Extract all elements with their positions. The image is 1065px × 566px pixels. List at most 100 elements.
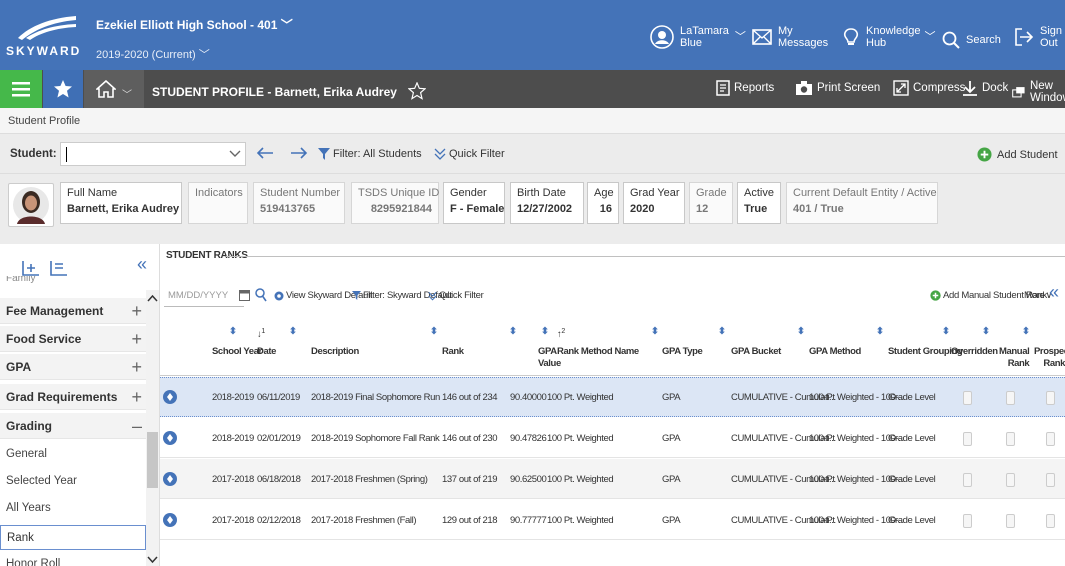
collapse-sidebar-icon[interactable]: « bbox=[137, 254, 147, 275]
my-messages[interactable]: My Messages bbox=[752, 25, 828, 49]
column-sort-icon[interactable]: ⬍ bbox=[982, 326, 990, 338]
column-sort-icon[interactable]: ⬍ bbox=[541, 326, 549, 338]
column-sort-icon[interactable]: ⬍ bbox=[1022, 326, 1030, 338]
column-header-gpa-type[interactable]: GPA Type bbox=[662, 346, 703, 358]
scroll-up-icon[interactable] bbox=[147, 294, 158, 302]
menu-button[interactable] bbox=[0, 70, 42, 108]
overridden-checkbox[interactable] bbox=[963, 473, 972, 487]
cell-gpa: 90.77777 bbox=[510, 515, 547, 526]
row-view-icon[interactable] bbox=[163, 513, 177, 527]
sidebar-subitem-rank[interactable]: Rank bbox=[0, 525, 146, 550]
collapse-all-icon[interactable] bbox=[50, 260, 68, 276]
column-sort-icon[interactable]: ⬍ bbox=[289, 326, 297, 338]
sidebar-item-grading[interactable]: Grading – bbox=[0, 413, 146, 439]
column-sort-icon[interactable]: ⬍ bbox=[509, 326, 517, 338]
column-header-prospective-rank[interactable]: ProspectiRank bbox=[1034, 346, 1065, 370]
overridden-checkbox[interactable] bbox=[963, 391, 972, 405]
sidebar-subitem-general[interactable]: General bbox=[0, 442, 146, 467]
add-student-button[interactable]: Add Student bbox=[977, 147, 1058, 162]
column-header-rank[interactable]: Rank bbox=[442, 346, 464, 358]
sign-out-button[interactable]: Sign Out bbox=[1014, 25, 1062, 49]
print-screen-button[interactable]: Print Screen bbox=[795, 80, 880, 96]
overridden-checkbox[interactable] bbox=[963, 514, 972, 528]
row-view-icon[interactable] bbox=[163, 472, 177, 486]
prospective-rank-checkbox[interactable] bbox=[1046, 432, 1055, 446]
reports-button[interactable]: Reports bbox=[716, 80, 774, 96]
sidebar-item-gpa[interactable]: GPA + bbox=[0, 354, 146, 380]
row-view-icon[interactable] bbox=[163, 431, 177, 445]
logo-swoosh-icon bbox=[18, 16, 76, 40]
compress-button[interactable]: Compress bbox=[893, 80, 965, 96]
skyward-logo[interactable]: SKYWARD bbox=[0, 0, 88, 70]
prospective-rank-checkbox[interactable] bbox=[1046, 514, 1055, 528]
filter-all-students[interactable]: Filter: All Students bbox=[318, 148, 422, 160]
new-window-button[interactable]: New Window bbox=[1012, 80, 1065, 104]
sidebar-item-food-service[interactable]: Food Service + bbox=[0, 326, 146, 352]
expand-all-icon[interactable] bbox=[22, 260, 40, 276]
column-sort-icon[interactable]: ⬍ bbox=[797, 326, 805, 338]
search-button[interactable]: Search bbox=[942, 31, 1001, 49]
manual-rank-checkbox[interactable] bbox=[1006, 432, 1015, 446]
more-menu[interactable]: More ∨ bbox=[1024, 290, 1052, 301]
cell-grouping: Grade Level bbox=[888, 433, 936, 444]
cell-description: 2018-2019 Final Sophomore Run bbox=[311, 392, 440, 403]
chevron-down-icon[interactable] bbox=[229, 150, 241, 158]
sidebar-scrollbar[interactable] bbox=[146, 290, 159, 566]
column-header-school-year[interactable]: School Year bbox=[212, 346, 262, 358]
column-header-gpa-method[interactable]: GPA Method bbox=[809, 346, 861, 358]
quick-filter-button[interactable]: Quick Filter bbox=[434, 148, 505, 160]
dock-button[interactable]: Dock bbox=[962, 80, 1008, 96]
school-selector[interactable]: Ezekiel Elliott High School - 401 ﹀ bbox=[96, 16, 293, 33]
student-search-input[interactable] bbox=[60, 142, 246, 166]
home-button[interactable]: ﹀ bbox=[84, 70, 144, 108]
prospective-rank-checkbox[interactable] bbox=[1046, 391, 1055, 405]
knowledge-label-1: Knowledge bbox=[866, 25, 921, 37]
user-menu[interactable]: LaTamara Blue ﹀ bbox=[650, 25, 746, 49]
column-sort-icon[interactable]: ⬍ bbox=[718, 326, 726, 338]
manual-rank-checkbox[interactable] bbox=[1006, 391, 1015, 405]
star-outline-icon[interactable] bbox=[407, 81, 427, 100]
arrow-left-icon[interactable] bbox=[256, 146, 274, 160]
sidebar-scrollbar-thumb[interactable] bbox=[147, 432, 158, 488]
favorites-button[interactable] bbox=[43, 70, 83, 108]
rank-method-sort-indicator[interactable]: ↑2 bbox=[557, 326, 565, 341]
column-header-gpa-bucket[interactable]: GPA Bucket bbox=[731, 346, 781, 358]
ranks-quick-filter-button[interactable]: Quick Filter bbox=[428, 290, 484, 301]
search-icon[interactable] bbox=[255, 288, 267, 302]
column-sort-icon[interactable]: ⬍ bbox=[876, 326, 884, 338]
sidebar-item-grad-requirements[interactable]: Grad Requirements + bbox=[0, 384, 146, 410]
row-view-icon[interactable] bbox=[163, 390, 177, 404]
prospective-rank-checkbox[interactable] bbox=[1046, 473, 1055, 487]
column-sort-icon[interactable]: ⬍ bbox=[229, 326, 237, 338]
column-sort-icon[interactable]: ⬍ bbox=[942, 326, 950, 338]
manual-rank-checkbox[interactable] bbox=[1006, 514, 1015, 528]
calendar-icon[interactable] bbox=[239, 289, 250, 301]
column-header-description[interactable]: Description bbox=[311, 346, 359, 358]
manual-rank-checkbox[interactable] bbox=[1006, 473, 1015, 487]
column-header-manual-rank[interactable]: Manual Rank bbox=[999, 346, 1030, 370]
sidebar-subitem-honor-roll[interactable]: Honor Roll bbox=[0, 554, 146, 566]
sidebar-subitem-selected-year[interactable]: Selected Year bbox=[0, 469, 146, 494]
sidebar-subitem-all-years[interactable]: All Years bbox=[0, 496, 146, 521]
gpa-value-header-2: Value bbox=[538, 358, 561, 369]
student-photo[interactable] bbox=[8, 183, 54, 227]
prospective-header-1: Prospecti bbox=[1034, 346, 1065, 357]
column-sort-icon[interactable]: ⬍ bbox=[651, 326, 659, 338]
sidebar-item-family-cutoff[interactable]: Family bbox=[6, 276, 126, 286]
date-sort-indicator[interactable]: ↓1 bbox=[257, 326, 265, 341]
knowledge-hub[interactable]: Knowledge Hub ﹀ bbox=[842, 25, 935, 49]
arrow-right-icon[interactable] bbox=[290, 146, 308, 160]
indicators-field[interactable]: Indicators bbox=[188, 182, 248, 224]
date-filter-input[interactable]: MM/DD/YYYY bbox=[164, 285, 244, 307]
school-year-selector[interactable]: 2019-2020 (Current) ﹀ bbox=[96, 46, 210, 62]
column-header-rank-method[interactable]: Rank Method Name bbox=[557, 346, 639, 358]
overridden-checkbox[interactable] bbox=[963, 432, 972, 446]
user-last-name: Blue bbox=[680, 37, 703, 49]
grad-year-field: Grad Year 2020 bbox=[623, 182, 685, 224]
collapse-panel-icon[interactable]: « bbox=[1049, 282, 1059, 303]
sidebar-item-fee-management[interactable]: Fee Management + bbox=[0, 298, 146, 324]
scroll-down-icon[interactable] bbox=[147, 556, 158, 564]
column-sort-icon[interactable]: ⬍ bbox=[430, 326, 438, 338]
column-header-overridden[interactable]: Overridden bbox=[951, 346, 998, 358]
column-header-date[interactable]: Date bbox=[257, 346, 276, 358]
